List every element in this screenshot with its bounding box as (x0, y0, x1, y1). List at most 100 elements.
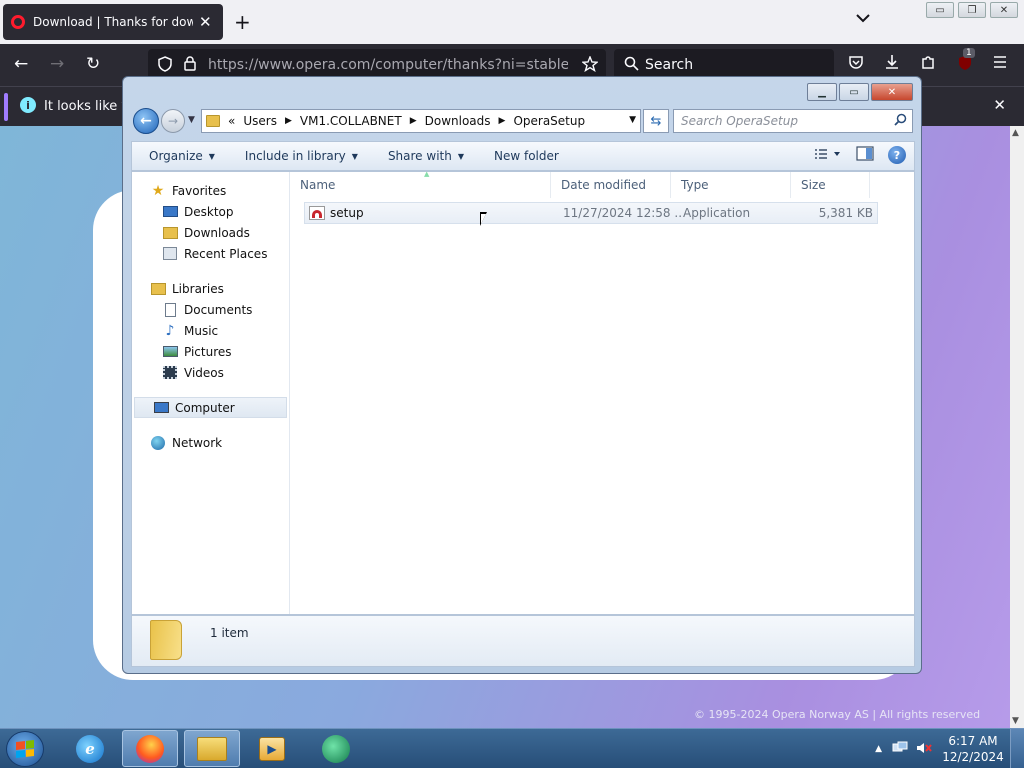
navpane-recent-places[interactable]: Recent Places (132, 243, 289, 264)
column-header-date-modified[interactable]: Date modified (551, 172, 671, 198)
navpane-network[interactable]: Network (132, 432, 289, 453)
show-desktop-button[interactable] (1010, 729, 1024, 768)
libraries-group: Libraries Documents ♪ Music Pictures Vid… (132, 278, 289, 383)
explorer-maximize-button[interactable]: ▭ (839, 83, 869, 101)
navpane-libraries[interactable]: Libraries (132, 278, 289, 299)
explorer-close-button[interactable]: ✕ (871, 83, 913, 101)
file-type: Application (683, 206, 751, 220)
explorer-minimize-button[interactable]: ▁ (807, 83, 837, 101)
pocket-icon[interactable] (848, 54, 864, 75)
breadcrumb-vm1-collabnet[interactable]: VM1.COLLABNET ▶ (300, 114, 417, 128)
file-name: setup (330, 206, 364, 220)
navpane-documents[interactable]: Documents (132, 299, 289, 320)
refresh-button[interactable]: ⇆ (643, 109, 669, 133)
lock-icon[interactable] (184, 56, 196, 74)
navpane-downloads[interactable]: Downloads (132, 222, 289, 243)
explorer-navigation: ← → ▼ « Users ▶ VM1.COLLABNET ▶ Downloads ▶… (131, 107, 915, 137)
clock[interactable]: 6:17 AM 12/2/2024 (940, 733, 1006, 765)
shield-icon[interactable] (158, 55, 172, 75)
change-view-icon[interactable] (814, 148, 842, 163)
browser-minimize-button[interactable]: ▭ (926, 2, 954, 18)
explorer-search-placeholder: Search OperaSetup (681, 114, 798, 128)
new-tab-button[interactable]: + (234, 10, 251, 34)
file-date-modified: 11/27/2024 12:58 ... (563, 206, 683, 220)
column-header-size[interactable]: Size (791, 172, 870, 198)
explorer-body: ★ Favorites Desktop Downloads Recent Pla… (131, 170, 915, 615)
menu-hamburger-icon[interactable] (992, 54, 1008, 74)
taskbar-firefox[interactable] (122, 730, 178, 767)
folder-large-icon (150, 620, 182, 660)
navigation-pane: ★ Favorites Desktop Downloads Recent Pla… (132, 172, 290, 614)
address-bar[interactable]: « Users ▶ VM1.COLLABNET ▶ Downloads ▶ Opera… (201, 109, 641, 133)
column-header-name[interactable]: Name ▲ (290, 170, 551, 198)
search-placeholder: Search (645, 57, 694, 73)
sort-ascending-icon: ▲ (424, 170, 430, 178)
back-button[interactable]: ← (14, 54, 28, 74)
file-size: 5,381 KB (818, 206, 873, 220)
breadcrumb-downloads[interactable]: Downloads ▶ (425, 114, 506, 128)
search-icon[interactable] (894, 113, 907, 129)
include-in-library-menu-button[interactable]: Include in library ▼ (245, 149, 358, 163)
forward-button[interactable]: → (50, 54, 64, 74)
clock-time: 6:17 AM (948, 734, 998, 748)
details-pane: 1 item (131, 615, 915, 667)
mouse-cursor-fill (481, 214, 486, 224)
tab-bar: Download | Thanks for downloading Opera … (0, 0, 1024, 44)
explorer-window-controls: ▁ ▭ ✕ (807, 83, 913, 101)
file-list: Name ▲ Date modified Type Size setup 11/2… (290, 170, 914, 614)
browser-maximize-button[interactable]: ❐ (958, 2, 986, 18)
column-header-type[interactable]: Type (671, 172, 791, 198)
downloads-icon[interactable] (884, 54, 900, 75)
taskbar-windows-explorer[interactable] (184, 730, 240, 767)
breadcrumb-operasetup[interactable]: OperaSetup (513, 114, 585, 128)
browser-close-button[interactable]: ✕ (990, 2, 1018, 18)
navpane-videos[interactable]: Videos (132, 362, 289, 383)
tab-opera-download[interactable]: Download | Thanks for downloading Opera … (3, 4, 223, 40)
extensions-puzzle-icon[interactable] (920, 54, 936, 75)
media-player-icon: ▶ (259, 736, 285, 761)
navpane-desktop[interactable]: Desktop (132, 201, 289, 222)
taskbar-internet-explorer[interactable]: e (62, 730, 118, 767)
explorer-search-input[interactable]: Search OperaSetup (673, 109, 913, 133)
address-dropdown-chevron-icon[interactable]: ▼ (629, 115, 636, 125)
explorer-forward-button[interactable]: → (161, 109, 185, 133)
search-icon (624, 56, 639, 75)
navpane-music[interactable]: ♪ Music (132, 320, 289, 341)
system-tray: ▲ 6:17 AM 12/2/2024 (875, 729, 1024, 768)
scroll-down-arrow-icon[interactable]: ▼ (1012, 716, 1019, 726)
organize-menu-button[interactable]: Organize ▼ (149, 149, 215, 163)
show-hidden-icons-arrow-icon[interactable]: ▲ (875, 744, 882, 754)
page-scrollbar[interactable]: ▲ ▼ (1010, 126, 1024, 728)
infobar-close-button[interactable]: ✕ (993, 96, 1006, 114)
libraries-icon (150, 282, 166, 296)
new-folder-button[interactable]: New folder (494, 149, 559, 163)
explorer-back-button[interactable]: ← (133, 108, 159, 134)
navpane-pictures[interactable]: Pictures (132, 341, 289, 362)
recent-pages-chevron-icon[interactable]: ▼ (188, 115, 195, 125)
navpane-favorites[interactable]: ★ Favorites (132, 180, 289, 201)
firefox-icon (136, 734, 164, 763)
volume-muted-icon[interactable] (916, 741, 932, 758)
start-button[interactable] (6, 731, 44, 767)
share-with-menu-button[interactable]: Share with ▼ (388, 149, 464, 163)
bookmark-star-icon[interactable] (581, 55, 599, 75)
preview-pane-icon[interactable] (856, 146, 874, 164)
scroll-up-arrow-icon[interactable]: ▲ (1012, 128, 1019, 138)
help-icon[interactable]: ? (888, 146, 906, 164)
command-bar: Organize ▼ Include in library ▼ Share with… (131, 141, 915, 171)
taskbar-media-player[interactable]: ▶ (244, 730, 300, 767)
tab-close-icon[interactable]: ✕ (199, 13, 212, 31)
network-status-icon[interactable] (892, 741, 908, 758)
windows-logo-icon (16, 740, 34, 758)
taskbar-app-green[interactable] (308, 730, 364, 767)
file-row-setup[interactable]: setup 11/27/2024 12:58 ... Application 5… (304, 202, 878, 224)
taskbar: e ▶ ▲ 6:17 AM 12/2/2024 (0, 728, 1024, 768)
computer-group: Computer (132, 397, 289, 418)
navpane-computer[interactable]: Computer (134, 397, 287, 418)
ublock-extension-icon[interactable]: 1 (956, 48, 975, 77)
breadcrumb-prefix[interactable]: « (228, 114, 235, 128)
reload-button[interactable]: ↻ (86, 54, 100, 74)
tab-list-chevron-icon[interactable] (856, 12, 870, 26)
infobar-accent (4, 93, 8, 121)
breadcrumb-users[interactable]: Users ▶ (243, 114, 292, 128)
